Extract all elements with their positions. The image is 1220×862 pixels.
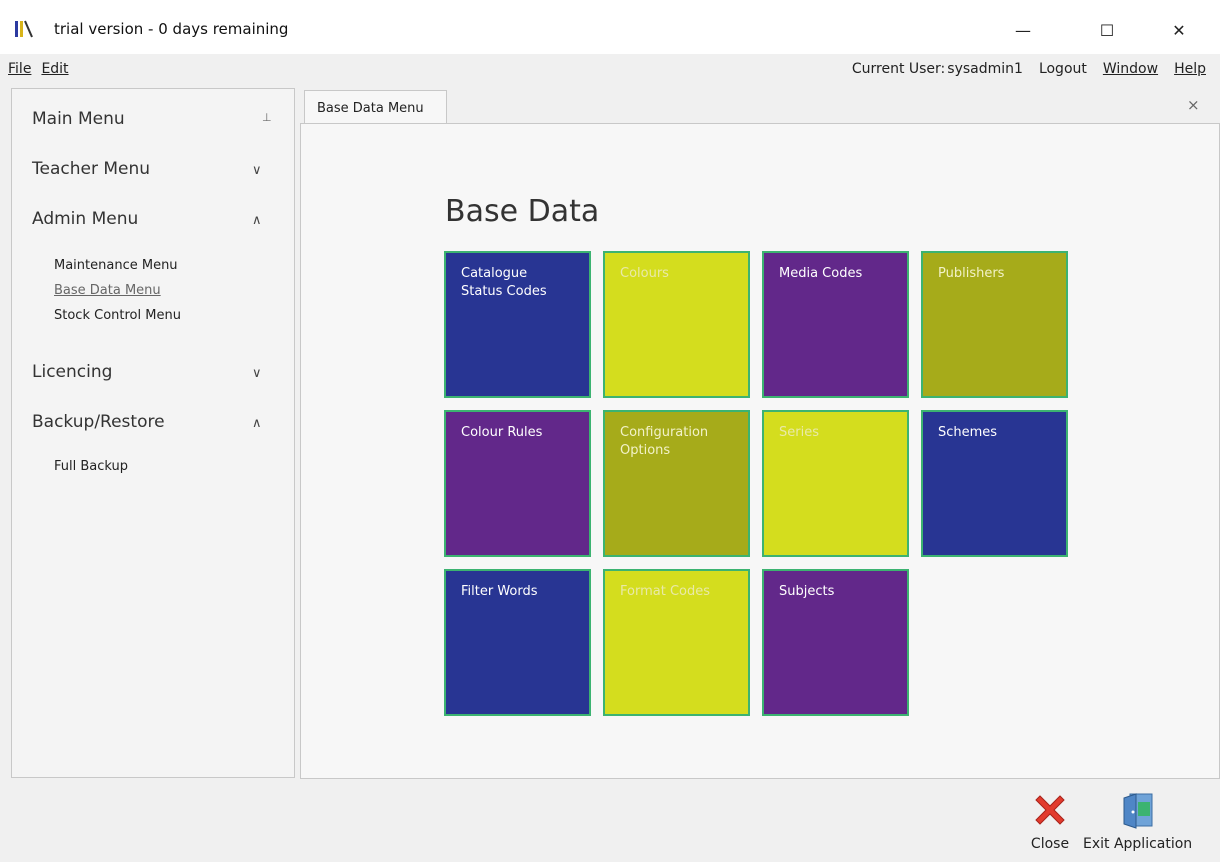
sidebar-item-base-data-menu[interactable]: Base Data Menu — [54, 283, 161, 298]
pin-icon[interactable]: ⊥ — [262, 111, 272, 124]
tile-colours[interactable]: Colours — [603, 251, 750, 398]
current-user-name: sysadmin1 — [947, 61, 1023, 77]
tab-base-data-menu[interactable]: Base Data Menu — [304, 90, 447, 125]
maximize-icon: ☐ — [1099, 20, 1115, 40]
content-panel: Base Data Catalogue Status Codes Colours… — [300, 123, 1220, 779]
tile-label: Configuration Options — [620, 425, 709, 458]
current-user-label: Current User: — [851, 61, 946, 77]
window-title: trial version - 0 days remaining — [54, 20, 289, 38]
current-user-display: Current User: sysadmin1 — [852, 61, 1023, 77]
menu-logout[interactable]: Logout — [1039, 61, 1087, 77]
menu-bar: File Edit Current User: sysadmin1 Logout… — [0, 54, 1220, 86]
chevron-up-icon[interactable]: ∧ — [252, 213, 262, 228]
tile-label: Format Codes — [620, 584, 710, 599]
app-logo-icon — [15, 20, 33, 38]
sidebar-teacher-menu[interactable]: Teacher Menu — [32, 159, 150, 179]
tile-catalogue-status-codes[interactable]: Catalogue Status Codes — [444, 251, 591, 398]
minimize-icon: — — [1015, 20, 1031, 40]
close-button[interactable]: Close — [1030, 790, 1070, 852]
tile-label: Catalogue Status Codes — [461, 266, 547, 299]
tile-schemes[interactable]: Schemes — [921, 410, 1068, 557]
sidebar-item-maintenance-menu[interactable]: Maintenance Menu — [54, 258, 178, 273]
tile-filter-words[interactable]: Filter Words — [444, 569, 591, 716]
minimize-button[interactable]: — — [1000, 14, 1046, 46]
menu-window[interactable]: Window — [1103, 61, 1158, 77]
close-red-x-icon — [1035, 795, 1065, 825]
sidebar-item-stock-control-menu[interactable]: Stock Control Menu — [54, 308, 181, 323]
tile-series[interactable]: Series — [762, 410, 909, 557]
exit-application-label: Exit Application — [1083, 836, 1193, 852]
tile-subjects[interactable]: Subjects — [762, 569, 909, 716]
tile-publishers[interactable]: Publishers — [921, 251, 1068, 398]
exit-door-icon — [1123, 793, 1153, 829]
page-title: Base Data — [445, 194, 600, 229]
close-icon: ✕ — [1172, 20, 1186, 40]
chevron-up-icon[interactable]: ∧ — [252, 416, 262, 431]
close-button-label: Close — [1030, 836, 1070, 852]
sidebar-licencing[interactable]: Licencing — [32, 362, 112, 382]
close-window-button[interactable]: ✕ — [1156, 14, 1202, 46]
tile-label: Media Codes — [779, 266, 863, 281]
tile-configuration-options[interactable]: Configuration Options — [603, 410, 750, 557]
tile-label: Publishers — [938, 266, 1005, 281]
menu-file[interactable]: File — [8, 61, 31, 77]
tile-label: Filter Words — [461, 584, 538, 599]
maximize-button[interactable]: ☐ — [1084, 14, 1130, 46]
tile-media-codes[interactable]: Media Codes — [762, 251, 909, 398]
sidebar-navigation: Main Menu ⊥ Teacher Menu ∨ Admin Menu ∧ … — [11, 88, 295, 778]
chevron-down-icon[interactable]: ∨ — [252, 366, 262, 381]
sidebar-item-full-backup[interactable]: Full Backup — [54, 459, 128, 474]
tile-label: Colour Rules — [461, 425, 543, 440]
tile-label: Subjects — [779, 584, 835, 599]
title-bar: trial version - 0 days remaining — ☐ ✕ — [0, 0, 1220, 54]
menu-help[interactable]: Help — [1174, 61, 1206, 77]
exit-application-button[interactable]: Exit Application — [1083, 790, 1192, 852]
tab-strip: Base Data Menu × — [300, 88, 1220, 125]
tile-format-codes[interactable]: Format Codes — [603, 569, 750, 716]
tile-label: Series — [779, 425, 819, 440]
sidebar-main-menu[interactable]: Main Menu — [32, 109, 125, 129]
tile-label: Schemes — [938, 425, 998, 440]
close-tab-icon[interactable]: × — [1187, 96, 1200, 114]
menu-edit[interactable]: Edit — [41, 61, 68, 77]
tile-colour-rules[interactable]: Colour Rules — [444, 410, 591, 557]
tab-label: Base Data Menu — [317, 101, 424, 116]
tile-label: Colours — [620, 266, 669, 281]
chevron-down-icon[interactable]: ∨ — [252, 163, 262, 178]
sidebar-backup-restore[interactable]: Backup/Restore — [32, 412, 165, 432]
sidebar-admin-menu[interactable]: Admin Menu — [32, 209, 138, 229]
